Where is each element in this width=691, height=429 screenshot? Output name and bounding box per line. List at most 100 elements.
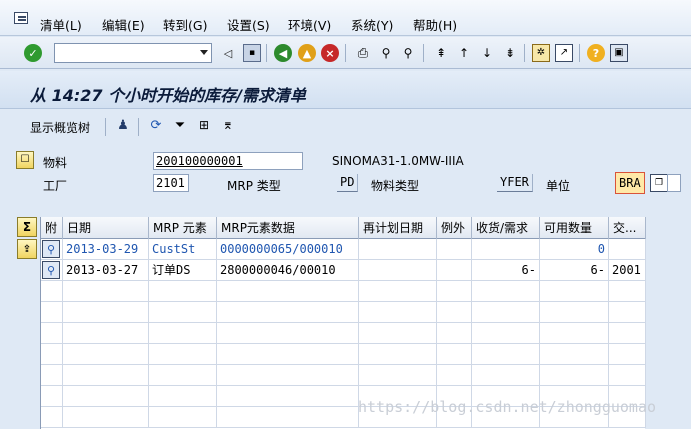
row-exception bbox=[437, 260, 472, 281]
empty-row bbox=[41, 281, 646, 302]
layout-menu-icon[interactable]: ▣ bbox=[610, 44, 628, 62]
last-page-icon[interactable]: ⇟ bbox=[501, 44, 519, 62]
toolbar-separator bbox=[579, 44, 580, 62]
grid-side-toolbar: Σ ⇪ bbox=[15, 215, 39, 427]
page-title: 从 14:27 个小时开始的库存/需求清单 bbox=[30, 86, 306, 105]
collapse-left-icon[interactable]: ◁ bbox=[219, 44, 237, 62]
row-mrp-element: CustSt bbox=[149, 239, 217, 260]
empty-row bbox=[41, 323, 646, 344]
row-detail-cell: ⚲ bbox=[41, 239, 63, 260]
row-available-qty: 6- bbox=[540, 260, 609, 281]
empty-row bbox=[41, 302, 646, 323]
command-field[interactable] bbox=[54, 43, 212, 63]
row-detail-cell: ⚲ bbox=[41, 260, 63, 281]
menu-edit[interactable]: 编辑(E) bbox=[102, 15, 145, 34]
column-header-receipt-requirement[interactable]: 收货/需求 bbox=[472, 217, 540, 239]
sum-icon[interactable]: Σ bbox=[17, 217, 37, 237]
empty-row bbox=[41, 365, 646, 386]
unit-label: 单位 bbox=[546, 179, 571, 193]
find-next-icon[interactable]: ⚲ bbox=[399, 44, 417, 62]
row-mrp-element-data[interactable]: 0000000065/000010 bbox=[217, 239, 359, 260]
mrp-type-value: PD bbox=[337, 174, 359, 192]
user-settings-icon[interactable]: ♟ bbox=[114, 116, 132, 134]
column-header-attachment[interactable]: 附 bbox=[41, 217, 63, 239]
export-icon[interactable]: ⇪ bbox=[17, 239, 37, 259]
material-label: 物料 bbox=[43, 156, 68, 170]
material-type-label: 物料类型 bbox=[371, 179, 420, 193]
mrp-type-label: MRP 类型 bbox=[227, 179, 281, 193]
header-toggle-icon[interactable]: ☐ bbox=[16, 151, 34, 169]
toolbar-separator bbox=[524, 44, 525, 62]
empty-row bbox=[41, 344, 646, 365]
column-header-plant[interactable]: 交... bbox=[609, 217, 646, 239]
refresh-icon[interactable]: ⟳ bbox=[147, 116, 165, 134]
screen-title-bar: 从 14:27 个小时开始的库存/需求清单 bbox=[0, 71, 691, 109]
copy-icon[interactable]: ❐ bbox=[650, 174, 668, 192]
table-row[interactable]: ⚲ 2013-03-27 订单DS 2800000046/00010 6- 6-… bbox=[41, 260, 646, 281]
unit-value[interactable]: BRA bbox=[615, 172, 645, 194]
next-page-icon[interactable]: ↓ bbox=[478, 44, 496, 62]
menu-help[interactable]: 帮助(H) bbox=[413, 15, 457, 34]
plant-field[interactable]: 2101 bbox=[153, 174, 189, 192]
column-header-available-qty[interactable]: 可用数量 bbox=[540, 217, 609, 239]
row-receipt-requirement bbox=[472, 239, 540, 260]
material-field[interactable]: 200100000001 bbox=[153, 152, 303, 170]
new-session-icon[interactable]: ✲ bbox=[532, 44, 550, 62]
toolbar-separator bbox=[423, 44, 424, 62]
watermark: https://blog.csdn.net/zhongguomao bbox=[358, 398, 657, 416]
column-header-mrp-element[interactable]: MRP 元素 bbox=[149, 217, 217, 239]
help-icon[interactable]: ? bbox=[587, 44, 605, 62]
row-mrp-element: 订单DS bbox=[149, 260, 217, 281]
magnifier-icon[interactable]: ⚲ bbox=[42, 240, 60, 258]
column-header-date[interactable]: 日期 bbox=[63, 217, 149, 239]
first-page-icon[interactable]: ⇞ bbox=[432, 44, 450, 62]
application-toolbar: 显示概览树 ♟ ⟳ ⏷ ⊞ ⌆ bbox=[0, 110, 691, 144]
material-description: SINOMA31-1.0MW-IIIA bbox=[332, 154, 464, 168]
toolbar-separator bbox=[345, 44, 346, 62]
column-header-exception[interactable]: 例外 bbox=[437, 217, 472, 239]
back-icon[interactable]: ◀ bbox=[274, 44, 292, 62]
exit-icon[interactable]: ▲ bbox=[298, 44, 316, 62]
show-overview-tree-button[interactable]: 显示概览树 bbox=[30, 119, 90, 136]
chevron-down-icon[interactable] bbox=[200, 50, 208, 55]
menu-environment[interactable]: 环境(V) bbox=[288, 15, 331, 34]
print-icon[interactable]: ⎙ bbox=[354, 44, 372, 62]
row-available-qty: 0 bbox=[540, 239, 609, 260]
shortcut-icon[interactable]: ↗ bbox=[555, 44, 573, 62]
system-menu-icon[interactable] bbox=[14, 12, 28, 24]
menu-settings[interactable]: 设置(S) bbox=[227, 15, 270, 34]
row-reschedule-date bbox=[359, 260, 437, 281]
previous-page-icon[interactable]: ↑ bbox=[455, 44, 473, 62]
row-reschedule-date bbox=[359, 239, 437, 260]
detail-icon[interactable]: ⊞ bbox=[195, 116, 213, 134]
row-receipt-requirement: 6- bbox=[472, 260, 540, 281]
filter-icon[interactable]: ⏷ bbox=[171, 116, 189, 134]
menu-system[interactable]: 系统(Y) bbox=[351, 15, 393, 34]
menu-bar: 清单(L) 编辑(E) 转到(G) 设置(S) 环境(V) 系统(Y) 帮助(H… bbox=[0, 0, 691, 36]
column-header-reschedule-date[interactable]: 再计划日期 bbox=[359, 217, 437, 239]
menu-goto[interactable]: 转到(G) bbox=[163, 15, 207, 34]
find-icon[interactable]: ⚲ bbox=[377, 44, 395, 62]
plant-label: 工厂 bbox=[43, 179, 68, 193]
save-icon[interactable]: ▪ bbox=[243, 44, 261, 62]
toolbar-separator bbox=[266, 44, 267, 62]
toolbar-separator bbox=[138, 118, 139, 136]
enter-check-icon[interactable]: ✓ bbox=[24, 44, 42, 62]
row-plant bbox=[609, 239, 646, 260]
menu-list[interactable]: 清单(L) bbox=[40, 15, 82, 34]
row-date: 2013-03-27 bbox=[63, 260, 149, 281]
row-date: 2013-03-29 bbox=[63, 239, 149, 260]
magnifier-icon[interactable]: ⚲ bbox=[42, 261, 60, 279]
table-header: 附 日期 MRP 元素 MRP元素数据 再计划日期 例外 收货/需求 可用数量 … bbox=[41, 217, 646, 239]
standard-toolbar: ✓ ◁ ▪ ◀ ▲ × ⎙ ⚲ ⚲ ⇞ ↑ ↓ ⇟ ✲ ↗ ? ▣ bbox=[0, 37, 691, 69]
unit-extra-field[interactable] bbox=[667, 174, 681, 192]
row-plant: 2001 bbox=[609, 260, 646, 281]
funnel-icon[interactable]: ⌆ bbox=[219, 116, 237, 134]
toolbar-separator bbox=[105, 118, 106, 136]
row-exception bbox=[437, 239, 472, 260]
row-mrp-element-data[interactable]: 2800000046/00010 bbox=[217, 260, 359, 281]
cancel-icon[interactable]: × bbox=[321, 44, 339, 62]
material-type-value: YFER bbox=[497, 174, 533, 192]
table-row[interactable]: ⚲ 2013-03-29 CustSt 0000000065/000010 0 bbox=[41, 239, 646, 260]
column-header-mrp-element-data[interactable]: MRP元素数据 bbox=[217, 217, 359, 239]
